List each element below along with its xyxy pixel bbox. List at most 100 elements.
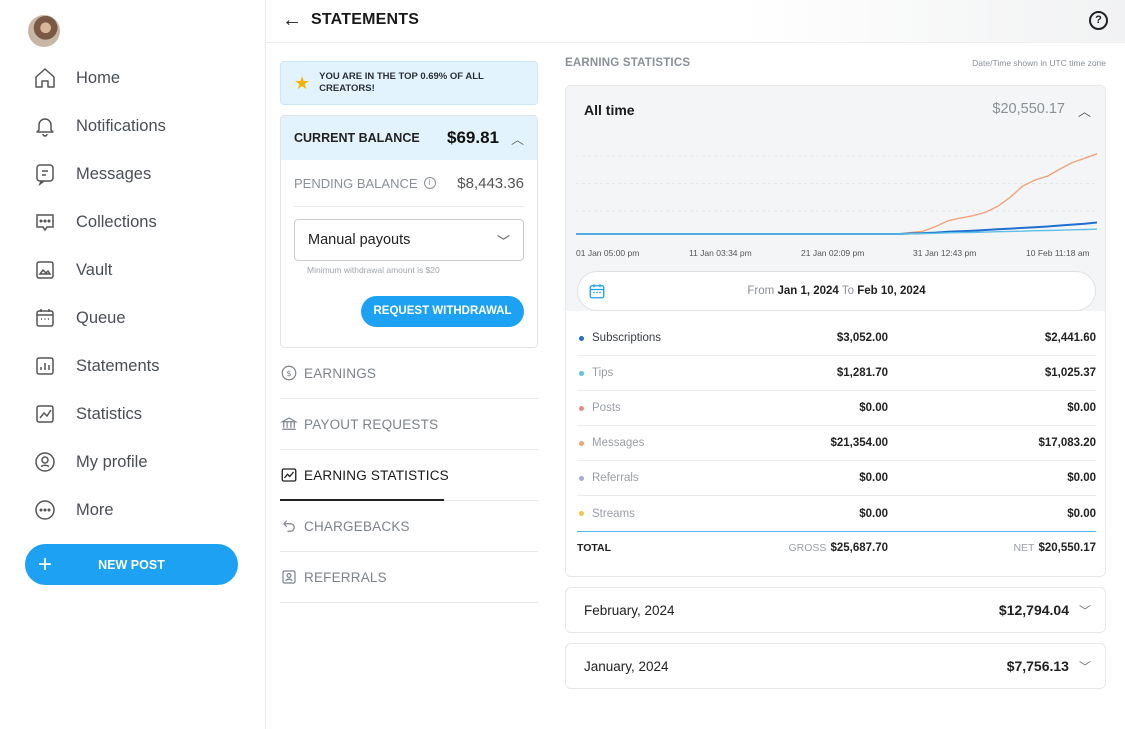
sidebar-item-vault[interactable]: Vault [0, 246, 265, 294]
date-to-value: Feb 10, 2024 [857, 285, 926, 297]
bell-icon [36, 118, 54, 137]
month-amount: $12,794.04 [998, 602, 1069, 618]
gross-label: GROSS [788, 542, 827, 554]
sidebar-item-label: My profile [76, 452, 148, 471]
earnings-line-chart [576, 153, 1097, 235]
row-net: $0.00 [1067, 507, 1096, 520]
earning-statistics-panel: EARNING STATISTICS Date/Time shown in UT… [565, 52, 1106, 689]
statements-left-column: ★ YOU ARE IN THE TOP 0.69% OF ALL CREATO… [280, 61, 538, 603]
month-card-february[interactable]: February, 2024 $12,794.04 ﹀ [565, 587, 1106, 633]
sidebar: Home Notifications Messages Collections … [0, 0, 265, 729]
period-amount: $20,550.17 [992, 101, 1065, 117]
date-range-text: From Jan 1, 2024 To Feb 10, 2024 [578, 285, 1095, 297]
row-name: Posts [592, 402, 621, 414]
sidebar-item-notifications[interactable]: Notifications [0, 102, 265, 150]
avatar[interactable] [28, 15, 60, 47]
undo-icon [283, 520, 295, 532]
bank-icon [280, 417, 298, 430]
sidebar-item-collections[interactable]: Collections [0, 198, 265, 246]
referral-icon [282, 570, 296, 584]
pending-balance-row: PENDING BALANCE i $8,443.36 [294, 160, 524, 207]
month-label: February, 2024 [584, 602, 675, 618]
dollar-circle-icon: $ [281, 365, 297, 381]
sidebar-item-label: Vault [76, 260, 113, 279]
chevron-up-icon: ︿ [510, 131, 524, 147]
table-row: Messages $21,354.00 $17,083.20 [577, 426, 1096, 461]
total-label: TOTAL [577, 542, 612, 554]
table-row: Tips $1,281.70 $1,025.37 [577, 356, 1096, 391]
sidebar-item-home[interactable]: Home [0, 54, 265, 102]
month-label: January, 2024 [584, 658, 669, 674]
row-net: $0.00 [1067, 402, 1096, 414]
earnings-breakdown-table: Subscriptions $3,052.00 $2,441.60 Tips $… [577, 321, 1096, 564]
gross-total: $25,687.70 [830, 542, 888, 554]
svg-text:$: $ [286, 368, 291, 378]
tab-label: CHARGEBACKS [304, 518, 410, 534]
new-post-label: NEW POST [98, 557, 165, 572]
message-icon [36, 164, 54, 186]
arrow-left-icon[interactable]: ← [282, 9, 302, 32]
tab-label: EARNINGS [304, 365, 377, 381]
current-balance-label: CURRENT BALANCE [294, 131, 420, 145]
row-net: $0.00 [1067, 472, 1096, 484]
current-balance-header[interactable]: CURRENT BALANCE $69.81 ︿ [281, 116, 537, 160]
sidebar-item-my-profile[interactable]: My profile [0, 438, 265, 486]
pending-balance-label: PENDING BALANCE [294, 175, 418, 191]
sidebar-item-label: Queue [76, 308, 126, 327]
sidebar-item-more[interactable]: More [0, 486, 265, 534]
collections-icon [36, 214, 54, 232]
period-label: All time [584, 102, 635, 118]
section-title: EARNING STATISTICS [565, 57, 691, 69]
chart-x-axis-labels: 01 Jan 05:00 pm 11 Jan 03:34 pm 21 Jan 02:… [576, 248, 1097, 260]
row-gross: $3,052.00 [836, 332, 888, 344]
table-row: Subscriptions $3,052.00 $2,441.60 [577, 321, 1096, 356]
row-name: Subscriptions [592, 332, 662, 344]
series-line-messages [576, 153, 1097, 235]
table-row: Posts $0.00 $0.00 [577, 391, 1096, 426]
tab-referrals[interactable]: REFERRALS [280, 552, 538, 603]
statements-menu: $ EARNINGS PAYOUT REQUESTS EARNING STATI… [280, 348, 538, 603]
row-net: $2,441.60 [1044, 332, 1096, 344]
calendar-icon [36, 309, 54, 327]
date-to-label: To [841, 285, 854, 297]
top-bar: ← STATEMENTS ? [266, 0, 1125, 43]
row-gross: $0.00 [859, 472, 888, 484]
chevron-down-icon: ﹀ [1078, 659, 1091, 674]
table-row: Referrals $0.00 $0.00 [577, 461, 1096, 496]
legend-dot [579, 511, 584, 516]
sidebar-item-statistics[interactable]: Statistics [0, 390, 265, 438]
month-card-january[interactable]: January, 2024 $7,756.13 ﹀ [565, 643, 1106, 689]
sidebar-item-label: More [76, 500, 114, 519]
minimum-withdrawal-note: Minimum withdrawal amount is $20 [307, 265, 440, 275]
sidebar-item-label: Statements [76, 356, 160, 375]
tab-chargebacks[interactable]: CHARGEBACKS [280, 501, 538, 552]
tab-label: EARNING STATISTICS [304, 467, 449, 483]
request-withdrawal-button[interactable]: REQUEST WITHDRAWAL [361, 296, 524, 327]
payout-method-select[interactable]: Manual payouts ﹀ [294, 219, 524, 261]
x-tick-label: 31 Jan 12:43 pm [913, 248, 977, 258]
profile-icon [35, 452, 55, 472]
tab-earning-statistics[interactable]: EARNING STATISTICS [280, 450, 538, 501]
row-net: $17,083.20 [1038, 437, 1096, 449]
legend-dot [579, 475, 584, 481]
date-from-label: From [747, 285, 775, 297]
star-icon: ★ [294, 72, 311, 93]
net-total: $20,550.17 [1038, 542, 1096, 554]
row-net: $1,025.37 [1044, 367, 1096, 379]
new-post-button[interactable]: + NEW POST [25, 544, 238, 585]
sidebar-item-messages[interactable]: Messages [0, 150, 265, 198]
sidebar-item-statements[interactable]: Statements [0, 342, 265, 390]
info-icon[interactable]: i [423, 177, 436, 189]
all-time-header[interactable]: All time $20,550.17 ︿ 01 Jan 05:00 pm 11 … [566, 86, 1105, 311]
sidebar-item-queue[interactable]: Queue [0, 294, 265, 342]
tab-label: REFERRALS [304, 569, 387, 585]
sidebar-item-label: Home [76, 68, 121, 87]
date-range-picker[interactable]: From Jan 1, 2024 To Feb 10, 2024 [577, 271, 1096, 311]
help-icon[interactable]: ? [1089, 11, 1108, 30]
chevron-up-icon: ︿ [1077, 104, 1091, 119]
home-icon [35, 68, 55, 88]
legend-dot [579, 370, 584, 376]
tab-earnings[interactable]: $ EARNINGS [280, 348, 538, 399]
app: Home Notifications Messages Collections … [0, 0, 1125, 729]
tab-payout-requests[interactable]: PAYOUT REQUESTS [280, 399, 538, 450]
